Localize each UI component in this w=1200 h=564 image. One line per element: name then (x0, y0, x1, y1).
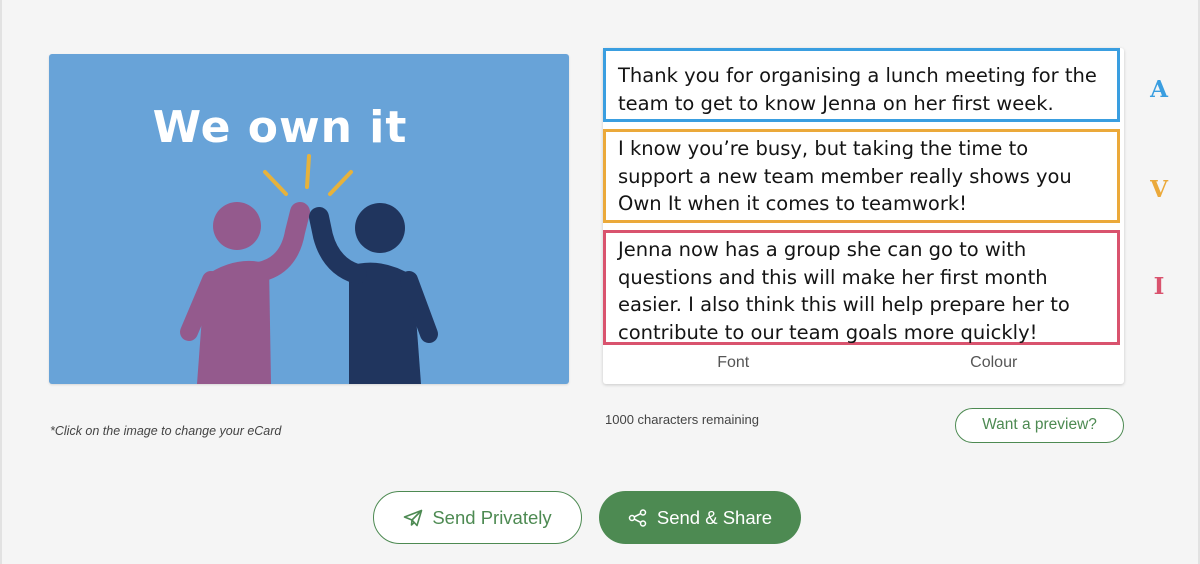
spark-line (305, 154, 311, 189)
share-icon (628, 508, 648, 527)
editor-toolbar: Font Colour (603, 345, 1124, 383)
ecard-image[interactable]: We own it (49, 54, 569, 384)
spark-line (263, 170, 288, 196)
avi-letter-a: A (1150, 76, 1168, 103)
navy-person-figure (309, 203, 438, 384)
purple-person-figure (180, 202, 310, 384)
colour-button[interactable]: Colour (864, 345, 1125, 383)
message-acknowledge[interactable]: Thank you for organising a lunch meeting… (603, 48, 1120, 122)
send-and-share-label: Send & Share (656, 506, 773, 528)
send-privately-label: Send Privately (432, 506, 552, 528)
send-and-share-button[interactable]: Send & Share (599, 491, 801, 544)
spark-line (328, 170, 353, 196)
avi-letter-i: I (1153, 273, 1165, 300)
characters-remaining: 1000 characters remaining (605, 412, 759, 427)
avi-letter-v: V (1150, 176, 1168, 203)
paper-plane-icon (403, 509, 423, 527)
ecard-hint: *Click on the image to change your eCard (50, 424, 282, 438)
page-left-edge (0, 0, 2, 564)
message-value[interactable]: I know you’re busy, but taking the time … (603, 129, 1120, 223)
send-privately-button[interactable]: Send Privately (373, 491, 582, 544)
message-impact[interactable]: Jenna now has a group she can go to with… (603, 230, 1120, 345)
preview-button[interactable]: Want a preview? (955, 408, 1124, 443)
font-button[interactable]: Font (603, 345, 864, 383)
ecard-title: We own it (152, 102, 408, 153)
